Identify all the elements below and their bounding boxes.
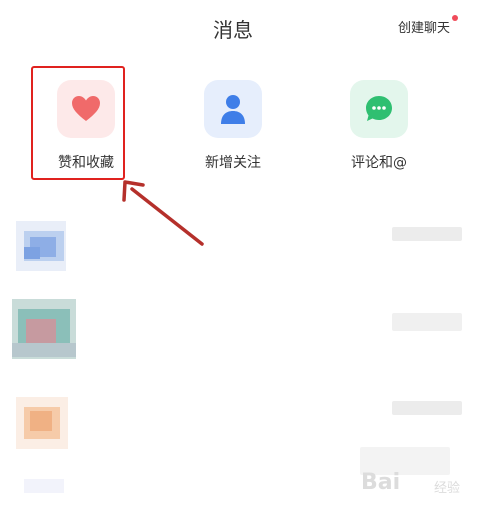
avatar: [12, 469, 70, 499]
messages-page: 消息 创建聊天 赞和收藏 新增关注 评论和@ Bai 经验: [0, 0, 500, 522]
baidu-watermark-text: 经验: [434, 481, 461, 496]
list-item[interactable]: [0, 205, 500, 295]
time-placeholder: [392, 401, 462, 415]
avatar: [12, 299, 78, 361]
list-item[interactable]: [0, 295, 500, 385]
baidu-watermark-logo: Bai: [361, 470, 401, 495]
list-item[interactable]: [0, 445, 500, 522]
time-placeholder: [392, 227, 462, 241]
avatar: [12, 393, 70, 451]
avatar: [12, 217, 70, 275]
time-placeholder: [392, 313, 462, 331]
